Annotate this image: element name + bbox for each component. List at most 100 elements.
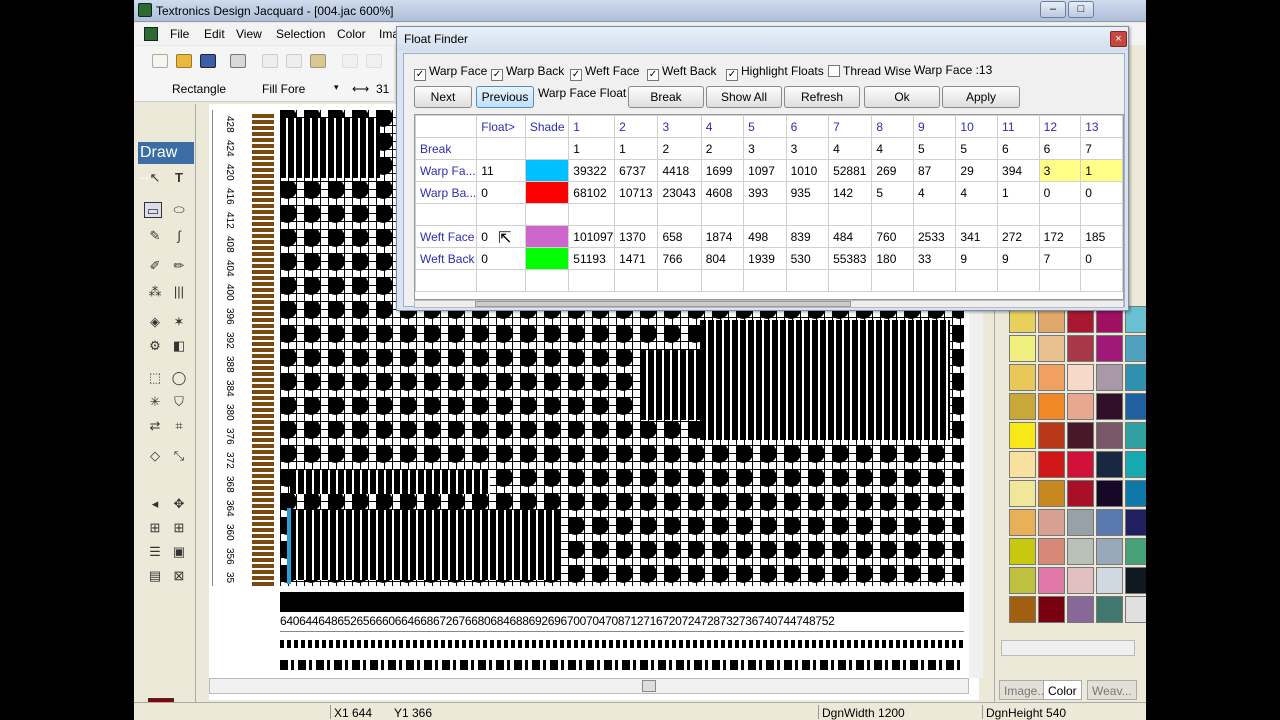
horizontal-scrollbar[interactable] — [209, 678, 969, 694]
palette-swatch[interactable] — [1067, 567, 1094, 594]
palette-swatch[interactable] — [1009, 335, 1036, 362]
marquee-icon[interactable]: ⬚ — [146, 370, 164, 386]
palette-swatch[interactable] — [1038, 509, 1065, 536]
tab-weave[interactable]: Weav... — [1087, 680, 1137, 700]
palette-swatch[interactable] — [1096, 538, 1123, 565]
weft-face-checkbox[interactable]: ✓ Weft Face — [570, 64, 639, 81]
palette-swatch[interactable] — [1067, 422, 1094, 449]
palette-swatch[interactable] — [1038, 480, 1065, 507]
warp-back-checkbox[interactable]: ✓ Warp Back — [491, 64, 564, 81]
palette-swatch[interactable] — [1009, 364, 1036, 391]
tab-color[interactable]: Color — [1043, 680, 1082, 700]
palette-swatch[interactable] — [1009, 393, 1036, 420]
palette-swatch[interactable] — [1125, 567, 1146, 594]
maximize-button[interactable]: □ — [1068, 1, 1094, 18]
scroll-thumb[interactable] — [642, 680, 656, 692]
highlight-floats-checkbox[interactable]: ✓ Highlight Floats — [726, 64, 824, 81]
gradient-icon[interactable]: ◧ — [170, 338, 188, 354]
pen-tool-icon[interactable]: ✎ — [146, 228, 164, 244]
rectangle-tool-icon[interactable]: ▭ — [144, 202, 162, 218]
palette-swatch[interactable] — [1125, 596, 1146, 623]
palette-swatch[interactable] — [1038, 364, 1065, 391]
palette-swatch[interactable] — [1038, 596, 1065, 623]
close-icon[interactable]: × — [1110, 31, 1127, 47]
palette-swatch[interactable] — [1038, 451, 1065, 478]
palette-swatch[interactable] — [1067, 364, 1094, 391]
previous-button[interactable]: Previous — [476, 86, 534, 108]
copy-icon[interactable] — [286, 54, 302, 68]
shield-icon[interactable]: ⛉ — [170, 394, 188, 410]
document-icon[interactable] — [144, 27, 158, 41]
palette-swatch[interactable] — [1096, 422, 1123, 449]
thread-wise-checkbox[interactable]: Thread Wise — [828, 64, 911, 78]
check-icon[interactable]: ✓ — [491, 69, 503, 81]
cross-icon[interactable]: ✥ — [170, 496, 188, 512]
open-folder-icon[interactable] — [176, 54, 192, 68]
palette-swatch[interactable] — [1009, 567, 1036, 594]
crop-icon[interactable]: ⌗ — [170, 418, 188, 434]
palette-swatch[interactable] — [1125, 335, 1146, 362]
palette-swatch[interactable] — [1067, 393, 1094, 420]
palette-swatch[interactable] — [1009, 509, 1036, 536]
curve-tool-icon[interactable]: ∫ — [170, 228, 188, 244]
menu-edit[interactable]: Edit — [204, 27, 225, 41]
ellipse-tool-icon[interactable]: ⬭ — [170, 202, 188, 218]
minimize-button[interactable]: – — [1040, 1, 1066, 18]
table-row[interactable] — [415, 203, 1123, 226]
size-value[interactable]: 31 — [376, 82, 389, 96]
palette-scrollbar[interactable] — [1001, 640, 1135, 656]
palette-swatch[interactable] — [1096, 393, 1123, 420]
next-button[interactable]: Next — [414, 86, 472, 108]
table-row[interactable]: Weft Back 0 51193 1471 766 804 1939 530 55383 180… — [415, 247, 1123, 270]
table-row[interactable]: Warp Fa... 11 39322 6737 4418 1699 1097 1010 528… — [415, 159, 1123, 182]
pointer-icon[interactable]: ↖ — [146, 170, 164, 186]
check-icon[interactable]: ✓ — [647, 69, 659, 81]
palette-swatch[interactable] — [1009, 422, 1036, 449]
brush-icon[interactable]: ✐ — [146, 258, 164, 274]
table-row[interactable] — [415, 269, 1123, 292]
palette-swatch[interactable] — [1096, 335, 1123, 362]
shade-cell[interactable] — [524, 247, 570, 270]
table-row[interactable]: Break 1 1 2 2 3 3 4 4 5 5 6 6 7 — [415, 137, 1123, 160]
palette-swatch[interactable] — [1067, 335, 1094, 362]
shade-cell[interactable] — [524, 137, 570, 160]
rotate-icon[interactable]: ◇ — [146, 448, 164, 464]
paste-icon[interactable] — [310, 54, 326, 68]
palette-swatch[interactable] — [1009, 538, 1036, 565]
palette-swatch[interactable] — [1009, 596, 1036, 623]
magic-wand-icon[interactable]: ✶ — [170, 314, 188, 330]
palette-swatch[interactable] — [1096, 451, 1123, 478]
shade-cell[interactable] — [524, 269, 570, 292]
break-button[interactable]: Break — [628, 86, 704, 108]
palette-swatch[interactable] — [1067, 451, 1094, 478]
plus-box-icon[interactable]: ⊞ — [146, 520, 164, 536]
menu-file[interactable]: File — [170, 27, 189, 41]
palette-swatch[interactable] — [1096, 509, 1123, 536]
check-icon[interactable]: ✓ — [726, 69, 738, 81]
shade-cell[interactable] — [524, 159, 570, 182]
shade-cell[interactable] — [524, 181, 570, 204]
palette-swatch[interactable] — [1038, 538, 1065, 565]
palette-swatch[interactable] — [1038, 393, 1065, 420]
palette-swatch[interactable] — [1125, 538, 1146, 565]
gear-icon[interactable]: ⚙ — [146, 338, 164, 354]
new-file-icon[interactable] — [152, 54, 168, 68]
palette-swatch[interactable] — [1038, 422, 1065, 449]
fill-mode-select[interactable]: Fill Fore — [262, 82, 305, 96]
arrow-left-icon[interactable]: ◂ — [146, 496, 164, 512]
palette-swatch[interactable] — [1096, 567, 1123, 594]
plus-dark-icon[interactable]: ⊞ — [170, 520, 188, 536]
palette-swatch[interactable] — [1125, 393, 1146, 420]
palette-swatch[interactable] — [1038, 567, 1065, 594]
lasso-icon[interactable]: ◯ — [170, 370, 188, 386]
palette-swatch[interactable] — [1096, 596, 1123, 623]
text-tool-icon[interactable]: T — [170, 170, 188, 186]
ok-button[interactable]: Ok — [864, 86, 940, 108]
palette-swatch[interactable] — [1067, 596, 1094, 623]
show-all-button[interactable]: Show All — [706, 86, 782, 108]
scroll-thumb[interactable] — [475, 301, 851, 307]
list-icon[interactable]: ☰ — [146, 544, 164, 560]
menu-color[interactable]: Color — [337, 27, 366, 41]
palette-swatch[interactable] — [1009, 451, 1036, 478]
chevron-down-icon[interactable]: ▾ — [334, 82, 339, 93]
